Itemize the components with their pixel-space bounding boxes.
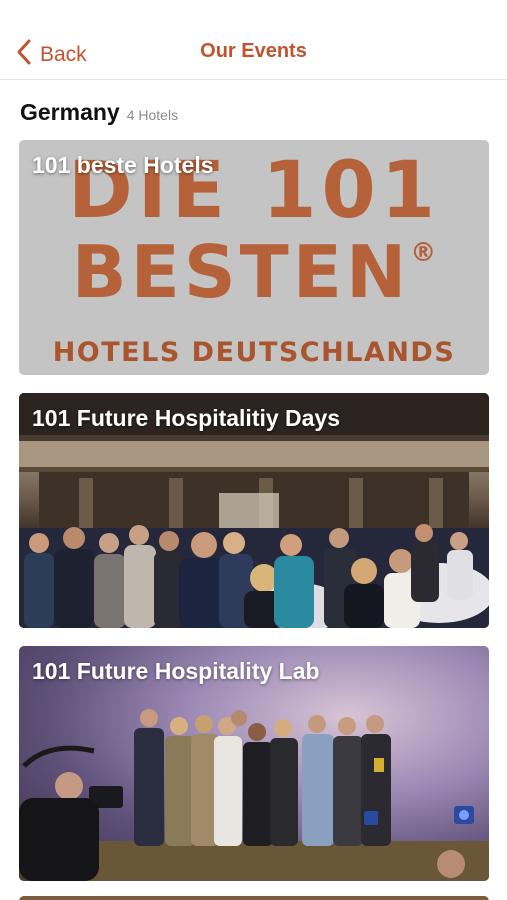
event-card-hospitality-days[interactable]: 101 Future Hospitalitiy Days (19, 393, 489, 628)
event-title: 101 beste Hotels (32, 152, 214, 178)
navigation-bar: Back Our Events (0, 0, 507, 80)
page-title: Our Events (200, 40, 307, 62)
section-header: Germany 4 Hotels (20, 99, 178, 126)
logo-line-3: HOTELS DEUTSCHLANDS (52, 337, 456, 368)
section-title: Germany (20, 99, 120, 125)
logo-line-2: BESTEN® (19, 230, 489, 314)
event-title: 101 Future Hospitality Lab (32, 658, 320, 684)
event-card-beste-hotels[interactable]: DIE 101 BESTEN® HOTELS DEUTSCHLANDS 101 … (19, 140, 489, 375)
section-count: 4 Hotels (126, 107, 179, 123)
registered-mark: ® (410, 238, 437, 268)
event-title: 101 Future Hospitalitiy Days (32, 405, 341, 431)
next-event-card-edge[interactable] (19, 896, 489, 900)
logo-line-2-text: BESTEN (71, 230, 411, 314)
event-card-hospitality-lab[interactable]: 101 Future Hospitality Lab (19, 646, 489, 881)
